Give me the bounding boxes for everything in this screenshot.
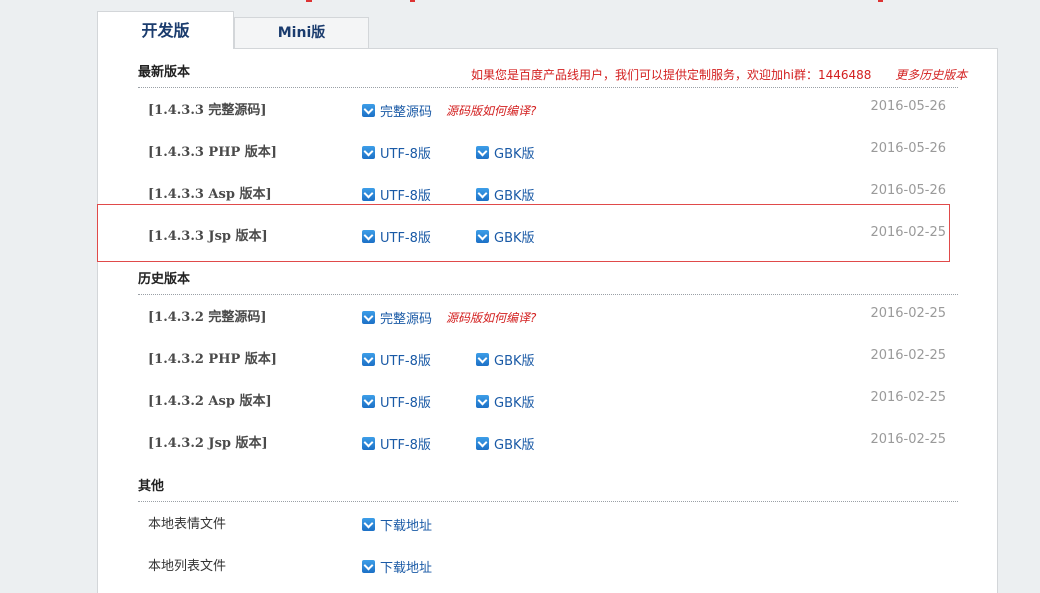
download-icon: [476, 353, 489, 366]
highlight-box: [97, 204, 950, 262]
download-gbk-link[interactable]: GBK版: [476, 143, 535, 162]
tab-dev[interactable]: 开发版: [97, 11, 234, 49]
version-row: [1.4.3.2 完整源码] 完整源码 源码版如何编译? 2016-02-25: [98, 306, 998, 348]
download-icon: [362, 395, 375, 408]
version-name: [1.4.3.2 Asp 版本]: [148, 394, 272, 409]
section-title-history: 历史版本: [138, 269, 958, 295]
top-strip-mark: [878, 0, 883, 2]
compile-help-link[interactable]: 源码版如何编译?: [446, 102, 536, 119]
download-gbk-link[interactable]: GBK版: [476, 392, 535, 411]
top-strip-mark: [410, 0, 415, 2]
download-icon: [362, 188, 375, 201]
download-source-link[interactable]: 完整源码: [362, 308, 432, 327]
download-utf8-link[interactable]: UTF-8版: [362, 392, 431, 411]
download-icon: [476, 146, 489, 159]
download-icon: [476, 437, 489, 450]
more-history-link[interactable]: 更多历史版本: [895, 68, 967, 82]
resource-row: 本地列表文件 下载地址: [98, 555, 998, 593]
download-icon: [362, 437, 375, 450]
version-row: [1.4.3.2 PHP 版本] UTF-8版 GBK版 2016-02-25: [98, 348, 998, 390]
download-icon: [362, 353, 375, 366]
resource-name: 本地表情文件: [148, 517, 227, 532]
download-icon: [476, 395, 489, 408]
link-label: 完整源码: [380, 312, 433, 327]
link-label: UTF-8版: [380, 147, 431, 162]
link-label: GBK版: [494, 396, 535, 411]
release-date: 2016-05-26: [870, 183, 946, 198]
link-label: UTF-8版: [380, 189, 431, 204]
link-label: 完整源码: [380, 105, 433, 120]
download-gbk-link[interactable]: GBK版: [476, 350, 535, 369]
link-label: UTF-8版: [380, 438, 431, 453]
release-date: 2016-02-25: [870, 390, 946, 405]
download-gbk-link[interactable]: GBK版: [476, 434, 535, 453]
resource-name: 本地列表文件: [148, 559, 227, 574]
download-icon: [476, 188, 489, 201]
download-icon: [362, 518, 375, 531]
release-date: 2016-02-25: [870, 432, 946, 447]
link-label: 下载地址: [380, 561, 433, 576]
version-name: [1.4.3.3 完整源码]: [148, 103, 267, 118]
download-gbk-link[interactable]: GBK版: [476, 185, 535, 204]
link-label: UTF-8版: [380, 396, 431, 411]
version-row: [1.4.3.3 完整源码] 完整源码 源码版如何编译? 2016-05-26: [98, 99, 998, 141]
compile-help-link[interactable]: 源码版如何编译?: [446, 309, 536, 326]
download-icon: [362, 311, 375, 324]
version-name: [1.4.3.3 Asp 版本]: [148, 187, 272, 202]
notice: 如果您是百度产品线用户，我们可以提供定制服务，欢迎加hi群：1446488 更多…: [471, 66, 967, 83]
link-label: GBK版: [494, 189, 535, 204]
link-label: GBK版: [494, 147, 535, 162]
download-address-link[interactable]: 下载地址: [362, 557, 432, 576]
version-name: [1.4.3.2 完整源码]: [148, 310, 267, 325]
download-source-link[interactable]: 完整源码: [362, 101, 432, 120]
download-utf8-link[interactable]: UTF-8版: [362, 350, 431, 369]
version-row: [1.4.3.3 PHP 版本] UTF-8版 GBK版 2016-05-26: [98, 141, 998, 183]
version-row: [1.4.3.2 Jsp 版本] UTF-8版 GBK版 2016-02-25: [98, 432, 998, 474]
tab-mini[interactable]: Mini版: [234, 17, 369, 48]
notice-text: 如果您是百度产品线用户，我们可以提供定制服务，欢迎加hi群：1446488: [471, 68, 872, 82]
link-label: UTF-8版: [380, 354, 431, 369]
release-date: 2016-02-25: [870, 306, 946, 321]
download-address-link[interactable]: 下载地址: [362, 515, 432, 534]
version-row: [1.4.3.2 Asp 版本] UTF-8版 GBK版 2016-02-25: [98, 390, 998, 432]
download-icon: [362, 560, 375, 573]
link-label: GBK版: [494, 354, 535, 369]
download-utf8-link[interactable]: UTF-8版: [362, 434, 431, 453]
download-utf8-link[interactable]: UTF-8版: [362, 143, 431, 162]
version-name: [1.4.3.3 PHP 版本]: [148, 145, 277, 160]
download-utf8-link[interactable]: UTF-8版: [362, 185, 431, 204]
release-date: 2016-02-25: [870, 348, 946, 363]
version-name: [1.4.3.2 Jsp 版本]: [148, 436, 268, 451]
download-panel: 最新版本 如果您是百度产品线用户，我们可以提供定制服务，欢迎加hi群：14464…: [97, 48, 998, 593]
download-icon: [362, 146, 375, 159]
top-strip-mark: [306, 0, 312, 2]
download-icon: [362, 104, 375, 117]
release-date: 2016-05-26: [870, 99, 946, 114]
top-strip: [0, 0, 1040, 4]
link-label: 下载地址: [380, 519, 433, 534]
resource-row: 本地表情文件 下载地址: [98, 513, 998, 555]
link-label: GBK版: [494, 438, 535, 453]
section-title-other: 其他: [138, 476, 958, 502]
release-date: 2016-05-26: [870, 141, 946, 156]
version-name: [1.4.3.2 PHP 版本]: [148, 352, 277, 367]
